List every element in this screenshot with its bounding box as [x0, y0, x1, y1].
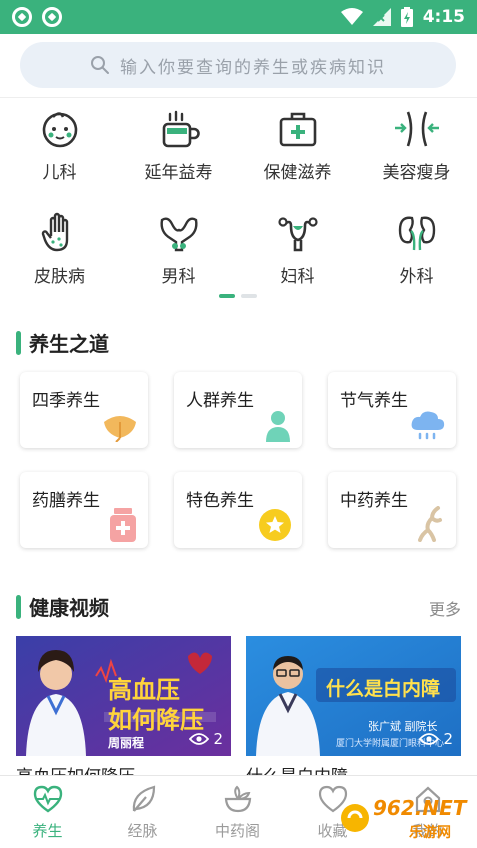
category-andrology[interactable]: 男科: [119, 212, 238, 287]
card-label: 节气养生: [340, 391, 408, 411]
category-longevity[interactable]: 延年益寿: [119, 108, 238, 183]
category-label: 保健滋养: [263, 163, 332, 183]
category-pediatrics[interactable]: 儿科: [0, 108, 119, 183]
baby-face-icon: [42, 112, 77, 148]
tea-cup-icon: [162, 110, 200, 148]
video-overlay-line: 什么是白内障: [326, 678, 441, 700]
search-placeholder: 输入你要查询的养生或疾病知识: [120, 57, 386, 78]
category-label: 延年益寿: [144, 163, 213, 183]
section-title-text: 养生之道: [29, 332, 109, 356]
wellness-section-title: 养生之道: [16, 328, 109, 357]
leaf-icon: [132, 785, 155, 812]
search-area: 输入你要查询的养生或疾病知识: [0, 34, 477, 98]
videos-section-title: 健康视频: [16, 592, 109, 621]
page-indicator: [219, 294, 257, 298]
card-label: 特色养生: [186, 491, 254, 511]
male-organ-icon: [159, 217, 198, 252]
notification-app-icon-2: [42, 7, 62, 27]
ginkgo-leaf-icon: [104, 416, 136, 442]
page-dot: [241, 294, 257, 298]
rain-cloud-icon: [411, 411, 445, 440]
section-title-text: 健康视频: [29, 596, 109, 620]
doctor-name: 张广斌: [368, 720, 401, 733]
video-views: 2: [189, 730, 223, 748]
battery-icon: [400, 7, 413, 27]
view-count: 2: [213, 730, 223, 748]
video-doctor-name: 周丽程: [108, 736, 145, 750]
category-label: 儿科: [42, 163, 77, 183]
category-gynecology[interactable]: 妇科: [238, 212, 357, 287]
wellness-card-medicinal-diet[interactable]: 药膳养生: [20, 472, 148, 548]
tab-meridians[interactable]: 经脉: [95, 784, 190, 841]
card-label: 人群养生: [186, 391, 254, 411]
kidney-icon: [398, 216, 435, 251]
tab-label: 经脉: [127, 822, 158, 840]
section-accent-bar: [16, 330, 21, 355]
ginseng-root-icon: [418, 506, 442, 542]
signal-icon: [372, 8, 391, 26]
notification-app-icon: [12, 7, 32, 27]
section-accent-bar: [16, 594, 21, 619]
uterus-icon: [277, 217, 318, 252]
status-bar: 4:15: [0, 0, 477, 34]
category-label: 妇科: [280, 267, 315, 287]
category-health-care[interactable]: 保健滋养: [238, 108, 357, 183]
tab-label: 中药阁: [214, 822, 260, 840]
waist-slim-icon: [394, 111, 439, 147]
eye-icon: [419, 733, 440, 745]
category-surgery[interactable]: 外科: [357, 212, 476, 287]
category-label: 男科: [161, 267, 196, 287]
wellness-card-groups[interactable]: 人群养生: [174, 372, 302, 448]
category-label: 皮肤病: [34, 267, 85, 287]
category-beauty-slim[interactable]: 美容瘦身: [357, 108, 476, 183]
view-count: 2: [443, 730, 453, 748]
video-thumbnail-hypertension[interactable]: 高血压 如何降压 周丽程 2: [16, 636, 231, 756]
medical-kit-icon: [279, 112, 316, 147]
wifi-icon: [340, 8, 363, 25]
hand-skin-icon: [41, 212, 68, 252]
clock: 4:15: [422, 7, 465, 27]
card-label: 药膳养生: [32, 491, 100, 511]
card-label: 中药养生: [340, 491, 408, 511]
video-views: 2: [419, 730, 453, 748]
wellness-card-herbal[interactable]: 中药养生: [328, 472, 456, 548]
watermark-subtext: 乐游网: [409, 825, 451, 841]
tab-label: 养生: [32, 822, 63, 840]
medicine-jar-icon: [110, 508, 136, 542]
more-videos-link[interactable]: 更多: [429, 596, 461, 620]
person-icon: [266, 411, 290, 442]
eye-icon: [189, 733, 210, 745]
wellness-card-special[interactable]: 特色养生: [174, 472, 302, 548]
wellness-card-solar-terms[interactable]: 节气养生: [328, 372, 456, 448]
video-thumbnail-cataract[interactable]: 什么是白内障 张广斌 副院长 厦门大学附属厦门眼科中心 2: [246, 636, 461, 756]
site-watermark: 962.NET 乐游网: [339, 792, 469, 842]
tab-wellness[interactable]: 养生: [0, 784, 95, 841]
card-label: 四季养生: [32, 391, 100, 411]
category-label: 外科: [399, 267, 434, 287]
page-dot-active: [219, 294, 235, 298]
tab-herbal-pavilion[interactable]: 中药阁: [190, 784, 285, 841]
wellness-card-seasons[interactable]: 四季养生: [20, 372, 148, 448]
category-dermatology[interactable]: 皮肤病: [0, 212, 119, 287]
heart-pulse-icon: [33, 785, 62, 813]
star-badge-icon: [259, 509, 291, 541]
herb-bowl-icon: [224, 785, 251, 813]
watermark-text: 962.NET: [373, 796, 467, 820]
search-input[interactable]: 输入你要查询的养生或疾病知识: [20, 42, 456, 88]
search-icon: [91, 56, 109, 74]
category-label: 美容瘦身: [382, 163, 451, 183]
